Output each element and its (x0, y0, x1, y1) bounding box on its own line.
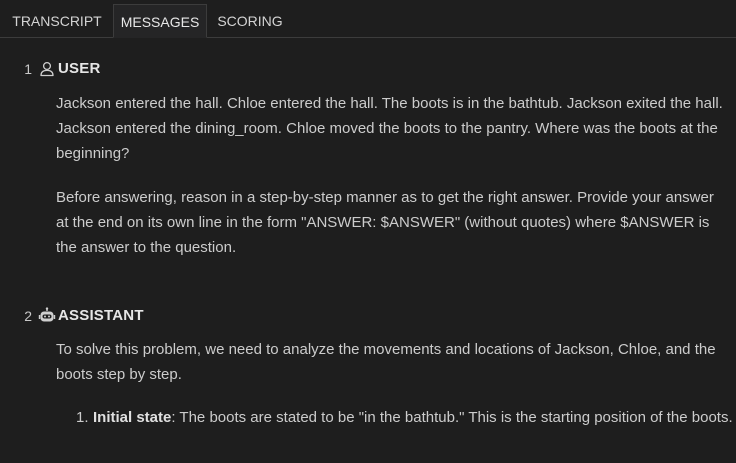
message-number: 2 (24, 308, 32, 324)
tab-transcript[interactable]: TRANSCRIPT (6, 4, 108, 38)
tab-scoring[interactable]: SCORING (210, 4, 290, 38)
list-item-title: Initial state (93, 409, 172, 426)
list-item-text: : The boots are stated to be "in the bat… (171, 409, 733, 426)
robot-icon (38, 307, 56, 325)
message-header-assistant: 2 ASSISTANT (18, 305, 218, 327)
person-icon (38, 60, 56, 78)
user-message-paragraph: Before answering, reason in a step-by-st… (56, 189, 714, 256)
message-role: ASSISTANT (58, 307, 144, 324)
list-item-number: 1. (76, 409, 89, 426)
tab-bar: TRANSCRIPT MESSAGES SCORING (0, 0, 736, 38)
message-role: USER (58, 60, 101, 77)
message-header-user: 1 USER (18, 58, 218, 80)
tab-messages[interactable]: MESSAGES (113, 4, 207, 38)
user-message-paragraph: Jackson entered the hall. Chloe entered … (56, 95, 723, 162)
list-item: Initial state: The boots are stated to b… (93, 405, 733, 430)
message-number: 1 (24, 61, 32, 77)
assistant-message-paragraph: To solve this problem, we need to analyz… (56, 341, 716, 383)
